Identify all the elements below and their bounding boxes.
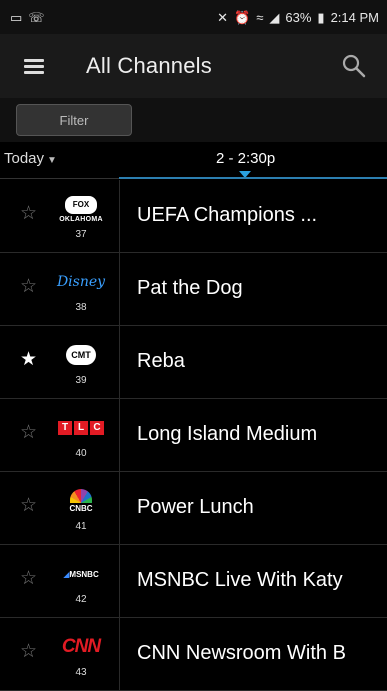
channel-row[interactable]: ☆ FOX OKLAHOMA 37 UEFA Champions ...: [0, 180, 387, 253]
cnbc-logo-icon: CNBC: [69, 489, 93, 513]
alarm-icon: ⏰: [234, 9, 251, 25]
voicemail-icon: ☏: [28, 9, 45, 25]
time-bar: Today ▼ 2 - 2:30p: [0, 142, 387, 179]
mute-icon: ✕: [217, 9, 229, 25]
chevron-down-icon: ▼: [47, 155, 57, 166]
logo-subtext: OKLAHOMA: [59, 215, 103, 223]
channel-logo: TLC: [52, 409, 110, 447]
favorite-star-icon[interactable]: ☆: [20, 640, 37, 663]
channel-row[interactable]: ☆ CNBC 41 Power Lunch: [0, 472, 387, 545]
channel-logo: CNBC: [52, 482, 110, 520]
battery-percent: 63%: [285, 9, 312, 25]
gallery-icon: ▭: [10, 9, 23, 25]
program-title[interactable]: MSNBC Live With Katy: [137, 569, 343, 592]
channel-logo: ◢MSNBC: [52, 555, 110, 593]
row-divider: [119, 472, 120, 544]
channel-row[interactable]: ☆ ◢MSNBC 42 MSNBC Live With Katy: [0, 545, 387, 618]
channel-logo: Disney: [52, 263, 110, 301]
channel-logo: FOX OKLAHOMA: [52, 190, 110, 228]
channel-number: 40: [75, 448, 87, 459]
tlc-logo-icon: TLC: [58, 421, 104, 435]
clock: 2:14 PM: [330, 9, 379, 25]
row-divider: [119, 180, 120, 252]
favorite-star-icon[interactable]: ★: [20, 348, 37, 371]
filter-button[interactable]: Filter: [16, 104, 132, 136]
program-title[interactable]: Pat the Dog: [137, 277, 243, 300]
disney-logo-icon: Disney: [56, 274, 106, 290]
program-title[interactable]: Power Lunch: [137, 496, 254, 519]
app-header: All Channels: [0, 34, 387, 98]
filter-bar: Filter: [0, 98, 387, 142]
row-divider: [119, 399, 120, 471]
status-left: ▭ ☏: [10, 11, 45, 24]
channel-number: 37: [75, 229, 87, 240]
favorite-star-icon[interactable]: ☆: [20, 494, 37, 517]
row-divider: [119, 545, 120, 617]
row-divider: [119, 253, 120, 325]
page-title: All Channels: [86, 53, 212, 78]
status-bar: ▭ ☏ ✕ ⏰ ≈ ◢ 63% ▮ 2:14 PM: [0, 0, 387, 34]
program-title[interactable]: UEFA Champions ...: [137, 204, 317, 227]
row-divider: [119, 618, 120, 690]
channel-number: 42: [75, 594, 87, 605]
channel-row[interactable]: ☆ CNN 43 CNN Newsroom With B: [0, 618, 387, 691]
channel-number: 38: [75, 302, 87, 313]
channel-logo: CMT: [52, 336, 110, 374]
search-icon[interactable]: [341, 53, 367, 79]
status-right: ✕ ⏰ ≈ ◢ 63% ▮ 2:14 PM: [217, 10, 379, 25]
cmt-logo-icon: CMT: [66, 345, 96, 365]
channel-number: 39: [75, 375, 87, 386]
channel-list: ☆ FOX OKLAHOMA 37 UEFA Champions ... ☆ Di…: [0, 180, 387, 691]
favorite-star-icon[interactable]: ☆: [20, 202, 37, 225]
time-marker-line: [119, 177, 387, 179]
channel-row[interactable]: ★ CMT 39 Reba: [0, 326, 387, 399]
program-title[interactable]: Long Island Medium: [137, 423, 317, 446]
channel-number: 43: [75, 667, 87, 678]
channel-logo: CNN: [52, 628, 110, 666]
cnn-logo-icon: CNN: [61, 636, 101, 657]
hamburger-icon[interactable]: [24, 56, 44, 77]
channel-row[interactable]: ☆ TLC 40 Long Island Medium: [0, 399, 387, 472]
time-slot-label: 2 - 2:30p: [216, 150, 276, 167]
favorite-star-icon[interactable]: ☆: [20, 421, 37, 444]
channel-number: 41: [75, 521, 87, 532]
msnbc-logo-icon: ◢MSNBC: [63, 569, 99, 579]
day-selector[interactable]: Today ▼: [4, 150, 57, 167]
channel-row[interactable]: ☆ Disney 38 Pat the Dog: [0, 253, 387, 326]
battery-icon: ▮: [317, 9, 325, 25]
signal-icon: ◢: [269, 9, 280, 25]
favorite-star-icon[interactable]: ☆: [20, 567, 37, 590]
program-title[interactable]: CNN Newsroom With B: [137, 642, 346, 665]
row-divider: [119, 326, 120, 398]
favorite-star-icon[interactable]: ☆: [20, 275, 37, 298]
program-title[interactable]: Reba: [137, 350, 185, 373]
wifi-icon: ≈: [256, 9, 264, 25]
day-label: Today: [4, 150, 45, 167]
fox-logo-icon: FOX: [65, 195, 97, 214]
